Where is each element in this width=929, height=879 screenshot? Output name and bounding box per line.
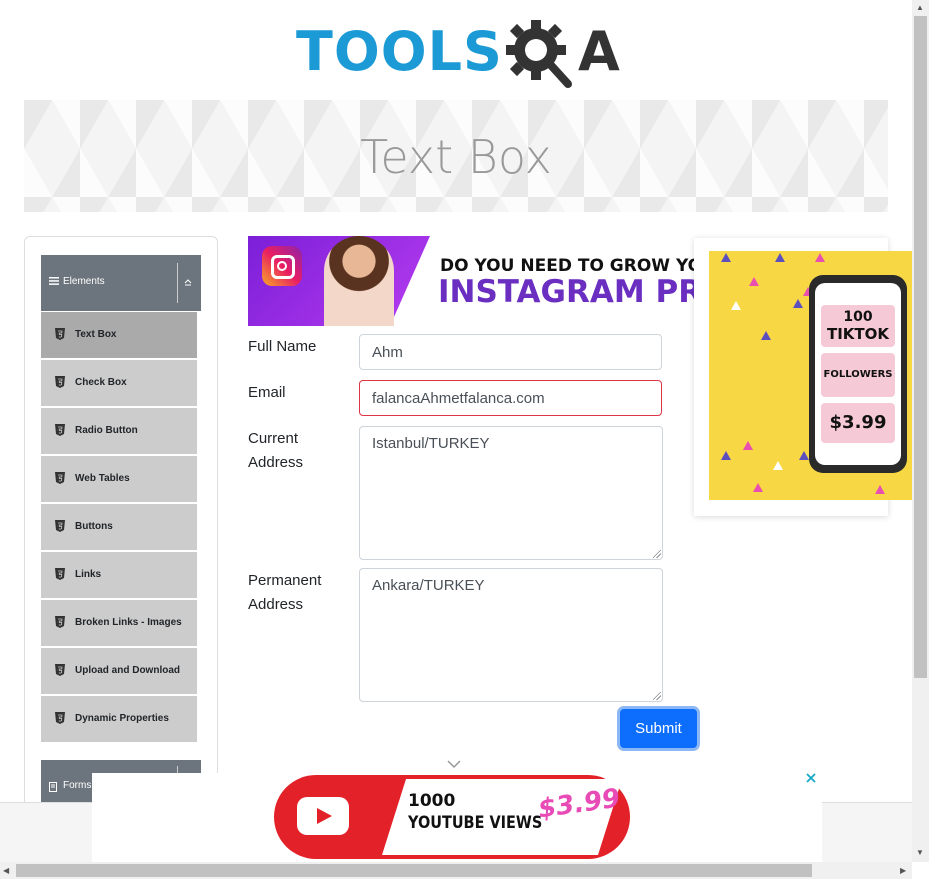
sidebar-item-web-tables[interactable]: Web Tables [41,456,197,504]
sidebar-item-label: Radio Button [75,425,138,436]
tiktok-ad[interactable]: 100 TIKTOK FOLLOWERS $3.99 [694,238,912,516]
sidebar-item-radio-button[interactable]: Radio Button [41,408,197,456]
html5-icon [55,424,65,436]
full-name-input[interactable] [359,334,662,370]
sidebar-item-label: Dynamic Properties [75,713,169,724]
logo-text-a: A [578,20,621,83]
ad-headline-line1: DO YOU NEED TO GROW YOU [440,256,694,276]
hamburger-icon [49,277,59,285]
toolsqa-logo[interactable]: TOOLS A [296,14,626,94]
phone-illustration: 100 TIKTOK FOLLOWERS $3.99 [809,275,907,473]
html5-icon [55,616,65,628]
current-address-label-line2: Address [248,454,304,471]
html5-icon [55,472,65,484]
sidebar-item-check-box[interactable]: Check Box [41,360,197,408]
current-address-label: Current Address [248,427,303,475]
chevron-down-icon[interactable] [446,756,462,772]
sidebar-item-buttons[interactable]: Buttons [41,504,197,552]
sidebar-item-links[interactable]: Links [41,552,197,600]
scroll-up-arrow-icon[interactable]: ▲ [916,3,924,12]
ad-woman-image [324,236,394,326]
permanent-address-label-line2: Address [248,596,304,613]
page-title: Text Box [360,130,552,184]
ad-yellow-background: 100 TIKTOK FOLLOWERS $3.99 [709,251,912,500]
sidebar-item-label: Text Box [75,329,117,340]
html5-icon [55,328,65,340]
sidebar-item-label: Check Box [75,377,127,388]
sidebar-item-label: Links [75,569,102,580]
tiktok-count: 100 [843,309,873,325]
gear-magnifier-icon [506,20,572,88]
ad-headline-line2: INSTAGRAM PRO [438,274,694,310]
tiktok-platform: TIKTOK [826,325,890,343]
sidebar-item-label: Upload and Download [75,665,180,676]
permanent-address-textarea[interactable]: Ankara/TURKEY [359,568,663,702]
current-address-textarea[interactable]: Istanbul/TURKEY [359,426,663,560]
html5-icon [55,376,65,388]
elements-group-label: Elements [63,276,105,287]
sidebar-item-text-box[interactable]: Text Box [41,312,197,360]
elements-group-header[interactable]: Elements [41,255,201,311]
divider [177,263,178,303]
email-label: Email [248,384,286,401]
youtube-play-icon [297,797,349,835]
current-address-label-line1: Current [248,430,299,447]
html5-icon [55,520,65,532]
html5-icon [55,664,65,676]
scroll-left-arrow-icon[interactable]: ◀ [3,866,9,875]
forms-group-label: Forms [63,780,92,791]
full-name-label: Full Name [248,338,317,355]
page-banner: Text Box [24,100,888,212]
tiktok-price: $3.99 [821,403,895,443]
resize-handle-icon[interactable] [653,692,661,700]
resize-handle-icon[interactable] [653,550,661,558]
scroll-down-arrow-icon[interactable]: ▼ [916,848,924,857]
email-input[interactable] [359,380,662,416]
scroll-right-arrow-icon[interactable]: ▶ [900,866,906,875]
vertical-scrollbar-thumb[interactable] [914,16,927,678]
youtube-ad-banner[interactable]: 1000 YOUTUBE VIEWS $3.99 [92,773,822,863]
youtube-ad-unit: YOUTUBE VIEWS [408,813,543,833]
permanent-address-label-line1: Permanent [248,572,322,589]
sidebar-item-broken-links[interactable]: Broken Links - Images [41,600,197,648]
close-icon[interactable] [805,771,817,789]
logo-text-tools: TOOLS [296,20,503,83]
document-icon [49,782,57,792]
youtube-ad-count: 1000 [408,791,456,811]
sidebar-item-label: Web Tables [75,473,130,484]
collapse-arrow-icon[interactable] [183,277,193,287]
html5-icon [55,712,65,724]
html5-icon [55,568,65,580]
sidebar-item-upload-download[interactable]: Upload and Download [41,648,197,696]
sidebar-item-dynamic-properties[interactable]: Dynamic Properties [41,696,197,744]
instagram-logo-icon [262,246,302,286]
tiktok-unit: FOLLOWERS [821,353,895,397]
sidebar-item-label: Broken Links - Images [75,617,182,628]
submit-button[interactable]: Submit [620,709,697,748]
horizontal-scrollbar-thumb[interactable] [16,864,812,877]
instagram-ad-banner[interactable]: DO YOU NEED TO GROW YOU INSTAGRAM PRO [248,236,694,326]
permanent-address-label: Permanent Address [248,569,321,617]
sidebar-item-label: Buttons [75,521,113,532]
